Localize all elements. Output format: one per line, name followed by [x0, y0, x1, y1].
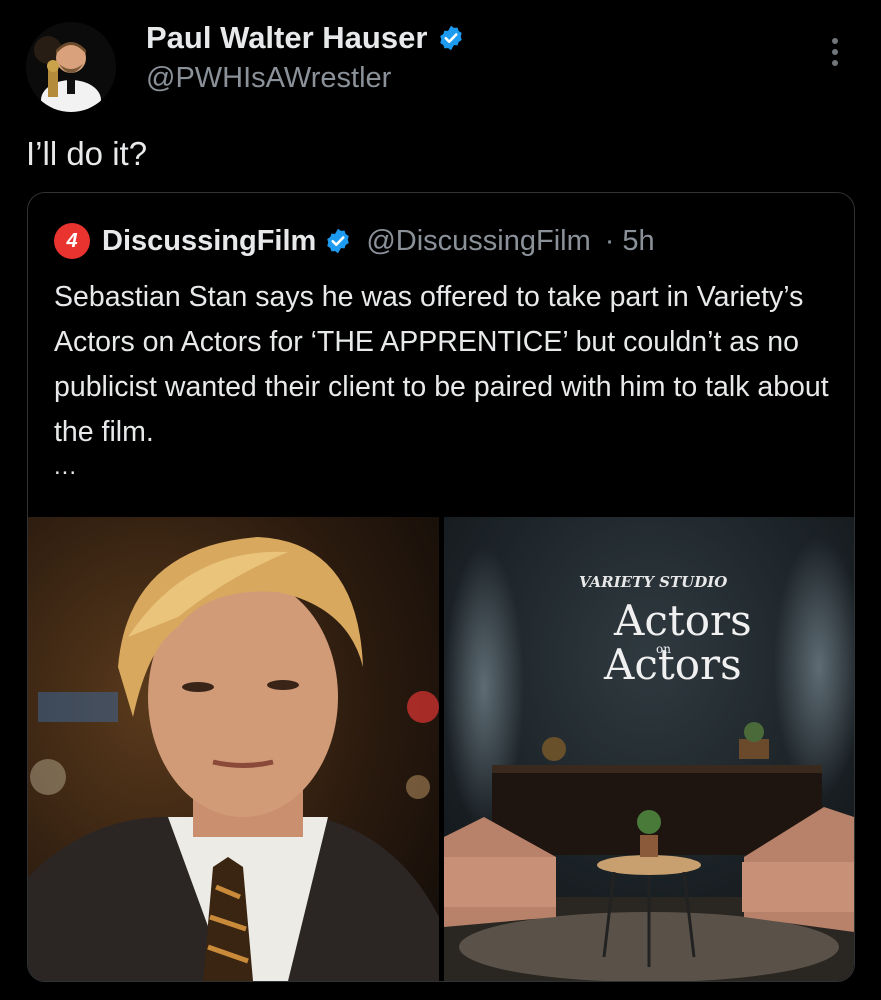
more-options-icon[interactable]	[823, 38, 847, 70]
author-name-text[interactable]: Paul Walter Hauser	[146, 20, 427, 56]
logo-text: 4	[66, 229, 78, 252]
verified-badge-icon	[440, 25, 463, 51]
set-sign-brand: VARIETY STUDIO	[579, 573, 727, 591]
quoted-author-name[interactable]: DiscussingFilm	[102, 225, 316, 258]
avatar[interactable]	[26, 22, 116, 112]
author-name[interactable]: Paul Walter Hauser	[146, 20, 465, 56]
quoted-tweet-text: Sebastian Stan says he was offered to ta…	[54, 281, 829, 448]
media-image-actors-on-actors-set[interactable]: VARIETY STUDIO Actors on Actors	[444, 517, 854, 981]
set-sign-line1: Actors	[613, 596, 752, 645]
studio-set-graphic: VARIETY STUDIO Actors on Actors	[444, 517, 854, 981]
actor-portrait-graphic	[28, 517, 439, 981]
truncation-ellipsis: ...	[54, 453, 78, 480]
author-handle[interactable]: @PWHIsAWrestler	[146, 62, 391, 95]
verified-badge-icon	[327, 228, 350, 254]
avatar-image	[26, 22, 116, 112]
discussingfilm-logo-icon[interactable]: 4	[54, 223, 90, 259]
set-sign-line3: Actors	[603, 640, 742, 689]
separator-dot: ·	[604, 224, 615, 257]
tweet-text: I’ll do it?	[26, 135, 148, 172]
quoted-author-handle[interactable]: @DiscussingFilm	[366, 225, 590, 258]
quoted-tweet-card[interactable]: 4 DiscussingFilm @DiscussingFilm · 5h Se…	[27, 192, 855, 982]
media-image-actor-portrait[interactable]	[28, 517, 439, 981]
quoted-tweet-header: 4 DiscussingFilm @DiscussingFilm · 5h	[54, 223, 655, 259]
timestamp[interactable]: 5h	[622, 225, 654, 258]
